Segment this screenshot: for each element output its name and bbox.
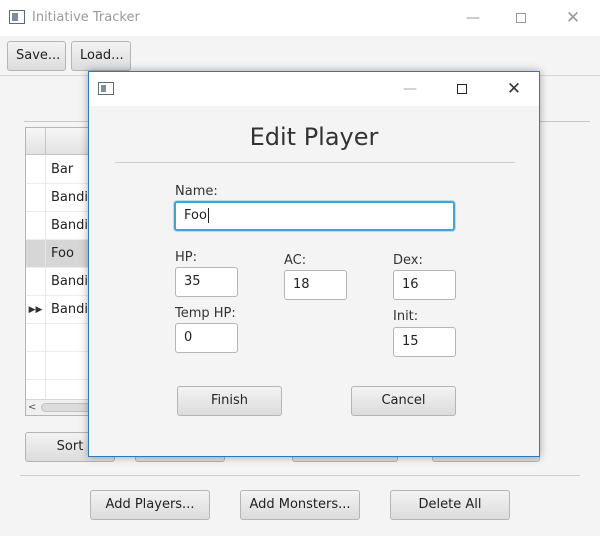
dialog-close-icon[interactable]: ✕ xyxy=(491,75,537,103)
turn-marker-cell xyxy=(26,268,46,296)
main-title-bar: Initiative Tracker — ✕ xyxy=(0,0,600,36)
ac-label: AC: xyxy=(284,253,307,268)
turn-marker-cell xyxy=(26,156,46,184)
edit-player-dialog: — ✕ Edit Player Name: Foo HP: 35 AC: 18 … xyxy=(88,71,540,457)
init-field[interactable]: 15 xyxy=(393,327,456,357)
name-field[interactable]: Foo xyxy=(174,201,455,231)
cancel-button[interactable]: Cancel xyxy=(351,386,456,416)
delete-all-button[interactable]: Delete All xyxy=(390,490,510,520)
add-monsters-button[interactable]: Add Monsters... xyxy=(240,490,360,520)
dialog-minimize-icon[interactable]: — xyxy=(387,75,433,103)
combatant-name: Bandit xyxy=(51,274,94,289)
init-label: Init: xyxy=(393,309,419,324)
turn-marker-cell xyxy=(26,212,46,240)
hp-field[interactable]: 35 xyxy=(175,267,238,297)
combatant-name: Bandit xyxy=(51,190,94,205)
text-caret xyxy=(207,208,209,223)
maximize-icon[interactable] xyxy=(498,4,544,32)
combatant-name: Bar xyxy=(51,162,74,177)
app-icon xyxy=(9,10,25,24)
combatant-name: Bandit xyxy=(51,218,94,233)
load-button[interactable]: Load... xyxy=(71,41,131,71)
turn-marker-cell xyxy=(26,352,46,380)
ac-field[interactable]: 18 xyxy=(284,270,347,300)
close-icon[interactable]: ✕ xyxy=(550,4,596,32)
add-players-button[interactable]: Add Players... xyxy=(90,490,210,520)
combatant-name: Bandit xyxy=(51,302,94,317)
scroll-left-icon[interactable]: < xyxy=(28,400,36,415)
turn-marker-cell xyxy=(26,184,46,212)
turn-marker-cell xyxy=(26,240,46,268)
name-label: Name: xyxy=(175,184,218,199)
dex-field[interactable]: 16 xyxy=(393,270,456,300)
dialog-heading: Edit Player xyxy=(249,123,379,151)
dialog-title-bar: — ✕ xyxy=(89,72,539,106)
save-button[interactable]: Save... xyxy=(7,41,66,71)
name-field-value: Foo xyxy=(184,208,207,223)
bottom-divider xyxy=(20,475,580,476)
dialog-app-icon xyxy=(98,82,114,95)
combatant-name: Foo xyxy=(51,246,74,261)
hp-label: HP: xyxy=(175,250,197,265)
temp-hp-field[interactable]: 0 xyxy=(175,323,238,353)
current-turn-icon: ▶▶ xyxy=(26,296,46,324)
finish-button[interactable]: Finish xyxy=(177,386,282,416)
window-title: Initiative Tracker xyxy=(32,10,140,25)
minimize-icon[interactable]: — xyxy=(450,4,496,32)
turn-marker-cell xyxy=(26,324,46,352)
heading-divider xyxy=(115,162,515,163)
temp-hp-label: Temp HP: xyxy=(175,306,236,321)
dialog-maximize-icon[interactable] xyxy=(439,75,485,103)
toolbar: Save... Load... xyxy=(0,36,600,76)
dex-label: Dex: xyxy=(393,253,423,268)
